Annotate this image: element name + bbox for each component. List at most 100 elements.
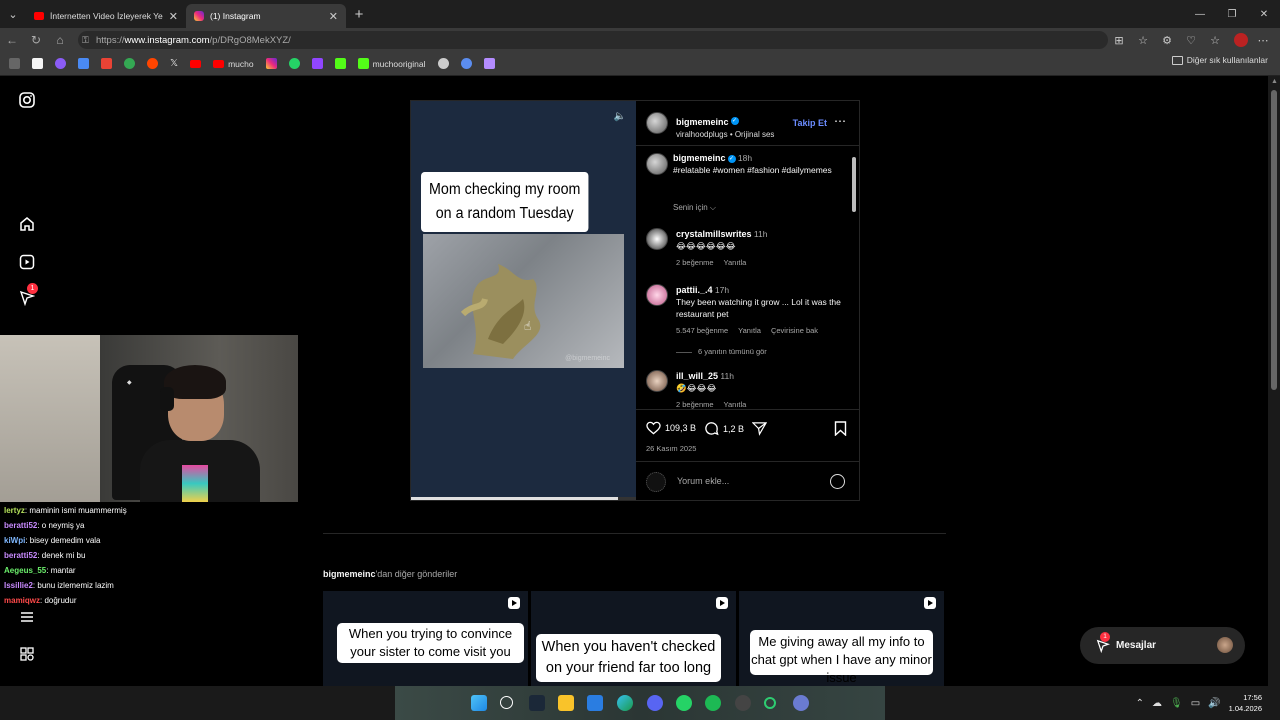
translate-button[interactable]: Çevirisine bak <box>771 326 818 335</box>
chat-username[interactable]: kiWpi <box>4 536 25 545</box>
comment-input[interactable]: Yorum ekle... <box>636 461 859 500</box>
minimize-icon[interactable]: — <box>1184 0 1216 28</box>
caption-username[interactable]: bigmemeinc <box>673 153 726 163</box>
x-icon[interactable]: 𝕏 <box>167 55 181 73</box>
new-tab-button[interactable]: + <box>346 6 372 23</box>
bookmark-icon[interactable] <box>75 55 92 73</box>
reply-button[interactable]: Yanıtla <box>738 326 761 335</box>
messages-button[interactable]: 1 Mesajlar <box>1080 627 1245 664</box>
scroll-thumb[interactable] <box>852 157 856 212</box>
chrome-icon[interactable] <box>121 55 138 73</box>
app-install-icon[interactable]: ⊞ <box>1110 34 1128 47</box>
volume-icon[interactable]: 🔊 <box>1208 698 1220 709</box>
home-icon[interactable]: ⌂ <box>48 28 72 52</box>
chat-username[interactable]: lertyz <box>4 506 25 515</box>
app-icon[interactable] <box>793 695 809 711</box>
page-scrollbar[interactable]: ▲ <box>1268 76 1280 686</box>
bookmark-icon[interactable] <box>458 55 475 73</box>
chat-username[interactable]: beratti52 <box>4 551 37 560</box>
cloud-icon[interactable]: ☁ <box>1152 698 1162 709</box>
comment-username[interactable]: ill_will_25 <box>676 371 718 381</box>
microphone-icon[interactable]: 🎙 <box>1170 698 1183 709</box>
comments-scrollbar[interactable] <box>851 147 857 409</box>
discord-icon[interactable] <box>647 695 663 711</box>
audio-label[interactable]: viralhoodplugs • Orijinal ses <box>676 130 774 139</box>
app-icon[interactable] <box>764 697 776 709</box>
other-favorites[interactable]: Diğer sık kullanılanlar <box>1171 55 1268 65</box>
close-tab-icon[interactable]: ✕ <box>329 10 338 23</box>
comment-likes[interactable]: 5.547 beğenme <box>676 326 728 335</box>
reply-button[interactable]: Yanıtla <box>724 258 747 267</box>
browser-essentials-icon[interactable]: ♡ <box>1182 34 1200 47</box>
tab-actions-button[interactable]: ⌄ <box>0 0 26 28</box>
app-icon[interactable] <box>735 695 751 711</box>
display-icon[interactable]: ▭ <box>1191 698 1200 709</box>
follow-button[interactable]: Takip Et <box>793 118 827 128</box>
more-posts-author[interactable]: bigmemeinc <box>323 569 376 579</box>
comment-username[interactable]: pattii._.4 <box>676 285 713 295</box>
file-explorer-icon[interactable] <box>558 695 574 711</box>
openai-icon[interactable] <box>435 55 452 73</box>
apps-icon[interactable] <box>17 644 37 664</box>
author-username[interactable]: bigmemeinc <box>676 117 729 127</box>
instagram-icon[interactable] <box>263 55 280 73</box>
commenter-avatar[interactable] <box>646 284 668 306</box>
url-input[interactable]: ⚿ https://www.instagram.com/p/DRgO8MekXY… <box>78 31 1108 49</box>
more-menu-icon[interactable]: ⋯ <box>1254 34 1272 47</box>
like-button[interactable]: 109,3 B <box>646 421 696 435</box>
bookmark-mucho[interactable]: mucho <box>210 55 257 73</box>
author-avatar[interactable] <box>646 112 668 134</box>
comment-likes[interactable]: 2 beğenme <box>676 258 714 267</box>
messages-icon[interactable]: 1 <box>17 283 38 308</box>
author-avatar[interactable] <box>646 153 668 175</box>
reddit-icon[interactable] <box>144 55 161 73</box>
chevron-up-icon[interactable]: ⌃ <box>1136 698 1144 709</box>
volume-icon[interactable]: 🔈 <box>614 111 626 122</box>
reel-video[interactable]: 🔈 Mom checking my room on a random Tuesd… <box>411 101 636 500</box>
whatsapp-icon[interactable] <box>286 55 303 73</box>
kick-icon[interactable] <box>332 55 349 73</box>
youtube-icon[interactable] <box>187 55 204 73</box>
menu-icon[interactable] <box>17 607 37 627</box>
close-window-icon[interactable]: ✕ <box>1248 0 1280 28</box>
bookmark-icon[interactable] <box>52 55 69 73</box>
whatsapp-icon[interactable] <box>676 695 692 711</box>
tab-instagram[interactable]: (1) Instagram ✕ <box>186 4 346 28</box>
start-icon[interactable] <box>471 695 487 711</box>
steam-icon[interactable] <box>529 695 545 711</box>
bookmark-icon[interactable] <box>6 55 23 73</box>
search-icon[interactable] <box>500 696 513 709</box>
reels-icon[interactable] <box>17 252 37 272</box>
tab-youtube[interactable]: İnternetten Video İzleyerek Yemek ✕ <box>26 4 186 28</box>
chat-username[interactable]: Aegeus_55 <box>4 566 46 575</box>
back-icon[interactable]: ← <box>0 28 24 52</box>
more-post-card[interactable]: When you haven't checked on your friend … <box>531 591 736 686</box>
more-post-card[interactable]: When you trying to convince your sister … <box>323 591 528 686</box>
profile-avatar[interactable] <box>1234 33 1248 47</box>
restore-icon[interactable]: ❐ <box>1216 0 1248 28</box>
reply-button[interactable]: Yanıtla <box>724 400 747 409</box>
comment-username[interactable]: crystalmillswrites <box>676 229 752 239</box>
chat-username[interactable]: beratti52 <box>4 521 37 530</box>
save-button[interactable] <box>834 421 847 436</box>
comment-button[interactable]: 1,2 B <box>704 421 744 436</box>
view-replies-button[interactable]: 6 yanıtın tümünü gör <box>676 347 767 356</box>
home-icon[interactable] <box>17 214 37 234</box>
reload-icon[interactable]: ↻ <box>24 28 48 52</box>
hashtags[interactable]: #relatable #women #fashion #dailymemes <box>673 164 841 176</box>
bookmark-icon[interactable] <box>29 55 46 73</box>
more-options-icon[interactable]: ⋯ <box>834 114 847 128</box>
scroll-up-icon[interactable]: ▲ <box>1271 78 1278 85</box>
commenter-avatar[interactable] <box>646 228 668 250</box>
comment-likes[interactable]: 2 beğenme <box>676 400 714 409</box>
instagram-logo-icon[interactable] <box>17 90 37 110</box>
emoji-icon[interactable] <box>830 474 845 489</box>
bookmark-icon[interactable] <box>481 55 498 73</box>
favorites-icon[interactable]: ☆ <box>1206 34 1224 47</box>
extensions-icon[interactable]: ⚙ <box>1158 34 1176 47</box>
clock[interactable]: 17:56 1.04.2026 <box>1229 692 1262 714</box>
chat-username[interactable]: Issillie2 <box>4 581 33 590</box>
close-tab-icon[interactable]: ✕ <box>169 10 178 23</box>
more-post-card[interactable]: Me giving away all my info to chat gpt w… <box>739 591 944 686</box>
commenter-avatar[interactable] <box>646 370 668 392</box>
